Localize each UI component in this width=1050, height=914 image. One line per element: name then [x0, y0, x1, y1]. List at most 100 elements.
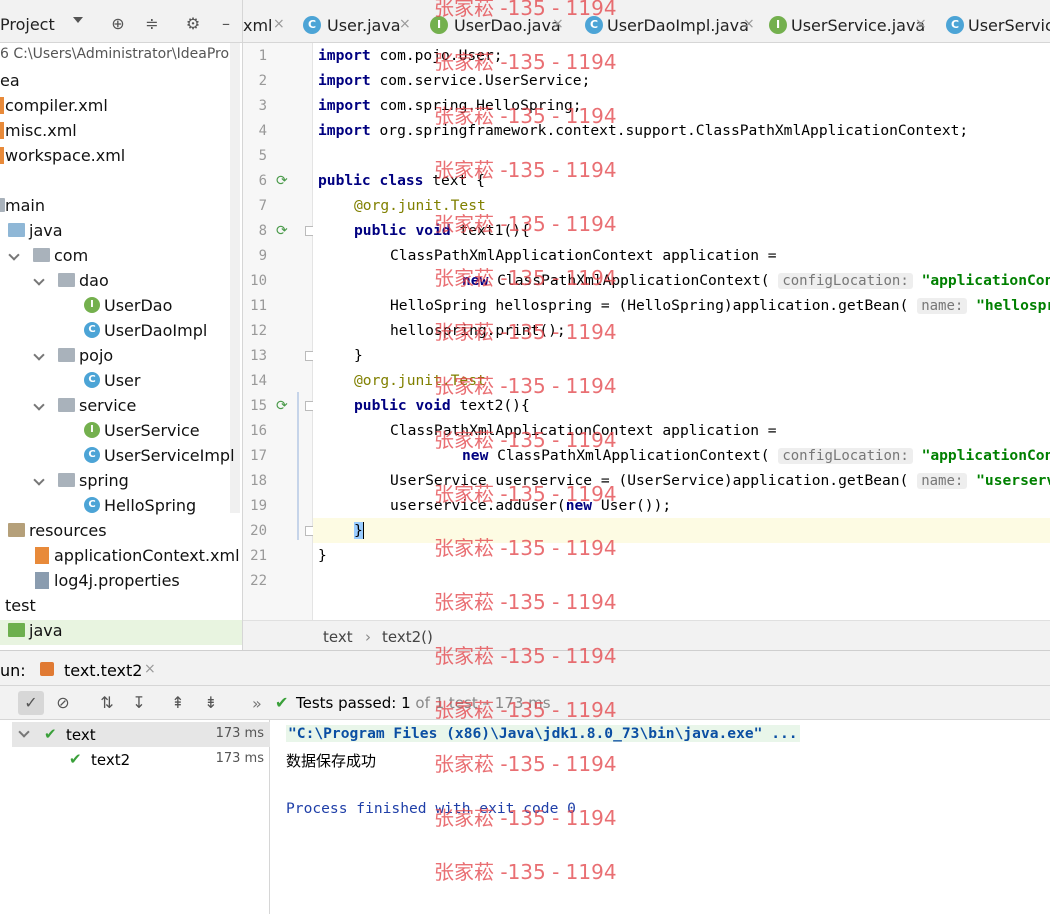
code-text: com.spring.HelloSpring;: [370, 97, 582, 114]
tree-item-label: workspace.xml: [5, 146, 126, 165]
tree-item-label: main: [5, 196, 45, 215]
show-ignored-icon[interactable]: ⊘: [50, 691, 76, 715]
code-text: text {: [423, 172, 485, 189]
tab-userservice-java[interactable]: I UserService.java ×: [769, 0, 929, 43]
project-view-selector[interactable]: Project: [0, 15, 55, 34]
close-icon[interactable]: ×: [552, 16, 564, 32]
close-icon[interactable]: ×: [915, 16, 927, 32]
tab-userservice-impl[interactable]: C UserService: [946, 0, 1050, 43]
properties-file-icon: [35, 572, 49, 589]
sort-alpha-icon[interactable]: ⇅: [94, 691, 120, 715]
chevron-down-icon[interactable]: [33, 474, 45, 486]
tab-xml[interactable]: xml ×: [243, 0, 289, 43]
code-line-9: ClassPathXmlApplicationContext applicati…: [390, 243, 777, 268]
more-icon[interactable]: »: [252, 694, 262, 713]
line-number: 21: [250, 548, 267, 564]
chevron-down-icon[interactable]: [8, 249, 20, 261]
code-line-21: }: [318, 543, 327, 568]
tree-item-label: UserDaoImpl: [104, 321, 208, 340]
line-number: 8: [258, 223, 267, 239]
gear-icon[interactable]: ⚙: [183, 14, 203, 34]
run-tab-label[interactable]: text.text2: [64, 661, 142, 680]
keyword: class: [379, 172, 424, 189]
code-line-1: import com.pojo.User;: [318, 43, 503, 68]
close-icon[interactable]: ×: [273, 16, 285, 32]
line-number: 13: [250, 348, 267, 364]
code-line-14: @org.junit.Test: [354, 368, 486, 393]
breadcrumb-separator: ›: [365, 628, 371, 646]
parameter-hint: configLocation:: [778, 448, 913, 464]
keyword: public: [318, 172, 371, 189]
line-number: 17: [250, 448, 267, 464]
hide-icon[interactable]: –: [216, 14, 236, 34]
close-icon[interactable]: ×: [399, 16, 411, 32]
close-icon[interactable]: ×: [144, 661, 156, 677]
collapse-all-icon[interactable]: ≑: [142, 14, 162, 34]
show-passed-icon[interactable]: ✓: [18, 691, 44, 715]
chevron-down-icon[interactable]: [33, 274, 45, 286]
project-tree[interactable]: 6 C:\Users\Administrator\IdeaPro ea comp…: [0, 43, 243, 650]
tree-scrollbar[interactable]: [230, 43, 240, 513]
collapse-all-icon[interactable]: ⇟: [198, 691, 224, 715]
locate-icon[interactable]: ⊕: [108, 14, 128, 34]
tree-item-label: com: [54, 246, 89, 265]
console-output[interactable]: "C:\Program Files (x86)\Java\jdk1.8.0_73…: [270, 720, 1050, 914]
keyword: new: [462, 272, 489, 289]
interface-icon: I: [430, 16, 448, 34]
tree-item-label: compiler.xml: [5, 96, 108, 115]
keyword: public: [354, 222, 407, 239]
run-test-icon[interactable]: ⟳: [276, 398, 292, 414]
expand-all-icon[interactable]: ⇞: [165, 691, 191, 715]
tree-item-label: 6 C:\Users\Administrator\IdeaPro: [0, 46, 230, 62]
tree-item-root[interactable]: 6 C:\Users\Administrator\IdeaPro: [0, 43, 242, 68]
code-text: User());: [592, 497, 672, 514]
editor-gutter[interactable]: 1 2 3 4 5 6 7 8 9 10 11 12 13 14 15 16 1…: [243, 43, 315, 620]
sort-duration-icon[interactable]: ↧: [126, 691, 152, 715]
code-line-10: new ClassPathXmlApplicationContext( conf…: [462, 268, 1050, 293]
keyword: void: [415, 397, 451, 414]
run-test-icon[interactable]: ⟳: [276, 223, 292, 239]
breadcrumb-item-class[interactable]: text: [323, 628, 353, 646]
parameter-hint: name:: [917, 473, 968, 489]
string-literal: "userservice");: [976, 472, 1050, 489]
test-results-tree[interactable]: ✔ text 173 ms ✔ text2 173 ms: [0, 720, 270, 914]
string-literal: "hellospring");: [976, 297, 1050, 314]
breadcrumb: text › text2(): [243, 620, 1050, 650]
tab-userdaoimpl-java[interactable]: C UserDaoImpl.java ×: [585, 0, 755, 43]
chevron-down-icon[interactable]: [33, 349, 45, 361]
parameter-hint: name:: [917, 298, 968, 314]
code-text: org.springframework.context.support.Clas…: [370, 122, 969, 139]
test-tree-item-text2[interactable]: ✔ text2 173 ms: [12, 747, 270, 772]
test-passed-icon: ✔: [69, 750, 82, 768]
class-icon: C: [946, 16, 964, 34]
tab-label: UserService: [968, 16, 1050, 35]
breadcrumb-item-method[interactable]: text2(): [382, 628, 433, 646]
chevron-down-icon[interactable]: [18, 726, 30, 738]
class-icon: C: [84, 497, 100, 513]
code-editor[interactable]: import com.pojo.User; import com.service…: [313, 43, 1050, 620]
parameter-hint: configLocation:: [778, 273, 913, 289]
chevron-down-icon[interactable]: [73, 17, 83, 23]
code-line-3: import com.spring.HelloSpring;: [318, 93, 582, 118]
tab-userdao-java[interactable]: I UserDao.java ×: [430, 0, 572, 43]
code-line-12: hellospring.print();: [390, 318, 566, 343]
run-test-icon[interactable]: ⟳: [276, 173, 292, 189]
xml-file-icon: [35, 547, 49, 564]
close-icon[interactable]: ×: [743, 16, 755, 32]
console-finished-line: Process finished with exit code 0: [286, 800, 576, 817]
line-number: 11: [250, 298, 267, 314]
chevron-down-icon[interactable]: [33, 399, 45, 411]
test-passed-icon: ✔: [44, 725, 57, 743]
test-tree-item-text[interactable]: ✔ text 173 ms: [12, 722, 270, 747]
tree-item-label: dao: [79, 271, 109, 290]
code-text: com.service.UserService;: [370, 72, 591, 89]
code-text: }: [354, 347, 363, 364]
code-text: ClassPathXmlApplicationContext(: [488, 272, 770, 289]
tab-label: UserDaoImpl.java: [607, 16, 749, 35]
tab-user-java[interactable]: C User.java ×: [303, 0, 419, 43]
keyword: new: [565, 497, 593, 514]
line-number: 16: [250, 423, 267, 439]
keyword: void: [415, 222, 451, 239]
line-number: 10: [250, 273, 267, 289]
interface-icon: I: [84, 297, 100, 313]
